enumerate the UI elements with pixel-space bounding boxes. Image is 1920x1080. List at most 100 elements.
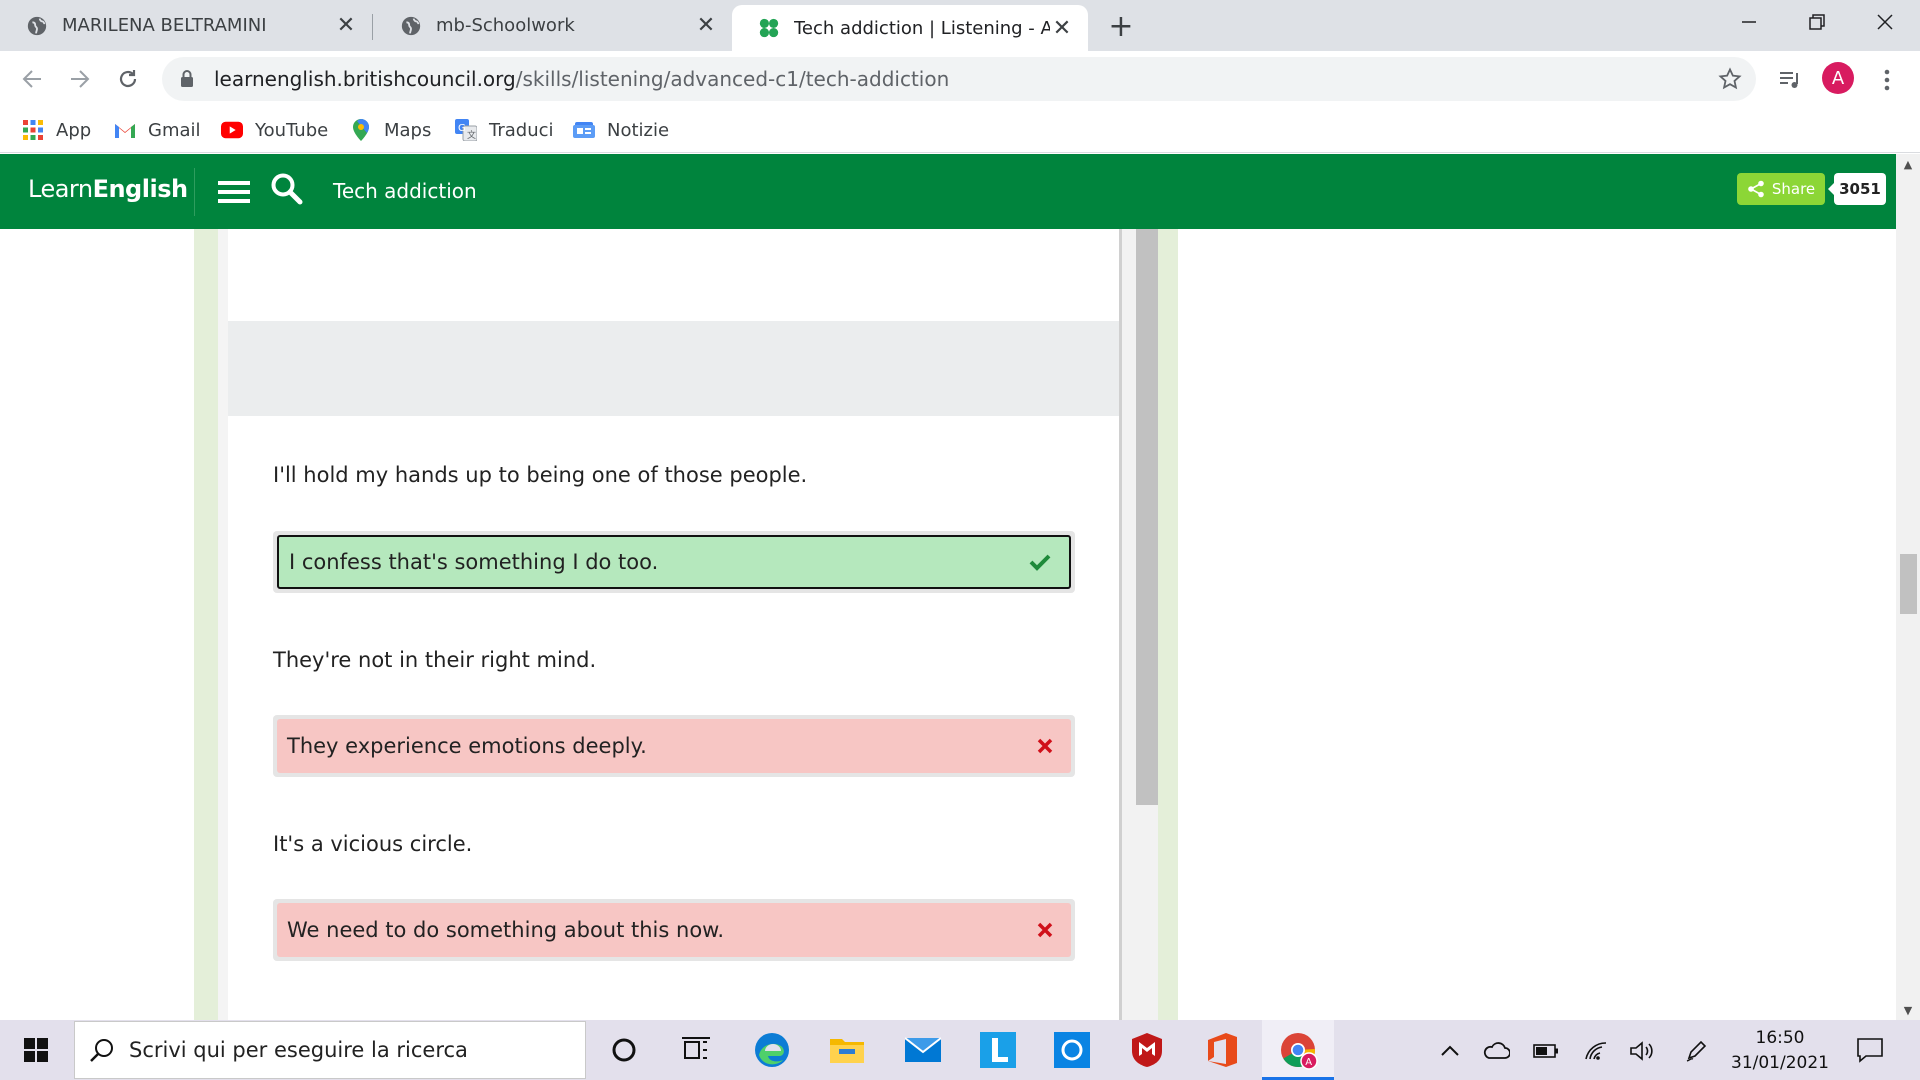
url-path: /skills/listening/advanced-c1/tech-addic…: [515, 67, 950, 91]
office-app[interactable]: [1202, 1030, 1242, 1070]
pen-tray[interactable]: [1682, 1038, 1710, 1064]
taskbar-search-box[interactable]: Scrivi qui per eseguire la ricerca: [74, 1021, 586, 1079]
bookmark-label: App: [56, 119, 92, 141]
chrome-app-active[interactable]: A: [1262, 1020, 1334, 1080]
tab-title: Tech addiction | Listening - Advanced: [794, 17, 1050, 39]
back-button[interactable]: [14, 61, 50, 97]
share-count-badge: 3051: [1828, 173, 1886, 205]
wifi-tray[interactable]: [1582, 1038, 1610, 1064]
windows-taskbar: Scrivi qui per eseguire la ricerca A 16:…: [0, 1020, 1920, 1080]
answer-text: They experience emotions deeply.: [287, 734, 647, 758]
wifi-icon: [1585, 1042, 1607, 1060]
scroll-down-arrow-icon[interactable]: ▼: [1896, 1000, 1920, 1020]
profile-avatar[interactable]: A: [1822, 62, 1854, 94]
mcafee-shield-icon: [1132, 1033, 1162, 1067]
bookmark-youtube[interactable]: YouTube: [221, 116, 328, 144]
close-icon[interactable]: ✕: [334, 13, 358, 38]
edge-icon: [755, 1033, 789, 1067]
mail-app[interactable]: [903, 1030, 943, 1070]
forward-button[interactable]: [62, 61, 98, 97]
share-button[interactable]: Share: [1737, 173, 1825, 205]
exercise-statement: I'll hold my hands up to being one of th…: [273, 463, 808, 487]
bookmark-label: Maps: [384, 119, 432, 141]
close-icon[interactable]: ✕: [1050, 16, 1074, 41]
address-bar[interactable]: learnenglish.britishcouncil.org/skills/l…: [162, 57, 1756, 101]
chrome-menu-button[interactable]: [1870, 63, 1904, 97]
edge-app[interactable]: [752, 1030, 792, 1070]
globe-icon: [401, 16, 421, 35]
search-icon[interactable]: [270, 172, 304, 206]
close-icon[interactable]: ✕: [694, 13, 718, 38]
exercise-scrollbar[interactable]: [1122, 229, 1158, 1020]
letter-l-app-icon: [980, 1032, 1016, 1068]
notification-center-icon[interactable]: [1856, 1036, 1884, 1064]
blue-app[interactable]: [1052, 1030, 1092, 1070]
globe-icon: [27, 16, 47, 35]
mcafee-app[interactable]: [1127, 1030, 1167, 1070]
logo-text-bold: English: [92, 175, 188, 203]
volume-tray[interactable]: [1628, 1038, 1656, 1064]
translate-icon: G文: [455, 119, 477, 141]
l-app[interactable]: [978, 1030, 1018, 1070]
start-button[interactable]: [12, 1032, 60, 1068]
file-explorer-app[interactable]: [827, 1030, 867, 1070]
exercise-statement: They're not in their right mind.: [273, 648, 597, 672]
playlist-icon: [1780, 72, 1798, 88]
left-panel-edge: [218, 229, 228, 1020]
blue-square-app-icon: [1054, 1032, 1090, 1068]
bookmark-traduci[interactable]: G文 Traduci: [455, 116, 554, 144]
tab-marilena[interactable]: MARILENA BELTRAMINI ✕: [0, 0, 372, 51]
answer-text: We need to do something about this now.: [287, 918, 725, 942]
show-hidden-icons-button[interactable]: [1436, 1038, 1464, 1064]
system-clock[interactable]: 16:50 31/01/2021: [1722, 1026, 1838, 1076]
page-content: I'll hold my hands up to being one of th…: [0, 229, 1896, 1020]
minimize-button[interactable]: [1720, 0, 1778, 44]
close-window-button[interactable]: [1856, 0, 1914, 44]
tab-schoolwork[interactable]: mb-Schoolwork ✕: [374, 0, 732, 51]
task-view-button[interactable]: [676, 1030, 716, 1070]
media-queue-button[interactable]: [1773, 63, 1807, 97]
maps-pin-icon: [353, 119, 369, 141]
checkmark-icon: [1029, 554, 1051, 571]
tab-title: MARILENA BELTRAMINI: [62, 15, 267, 36]
share-label: Share: [1771, 180, 1816, 198]
new-tab-button[interactable]: +: [1105, 9, 1137, 44]
bookmark-label: YouTube: [255, 119, 329, 141]
scrollbar-thumb[interactable]: [1900, 554, 1917, 614]
bookmark-star-icon[interactable]: [1718, 67, 1742, 91]
battery-tray[interactable]: [1532, 1038, 1560, 1064]
windows-logo-icon: [24, 1038, 48, 1062]
page-scrollbar[interactable]: ▲ ▼: [1896, 154, 1920, 1020]
bookmark-maps[interactable]: Maps: [350, 116, 431, 144]
bookmark-gmail[interactable]: Gmail: [114, 116, 201, 144]
page-title: Tech addiction: [333, 179, 477, 203]
logo-text-light: Learn: [28, 175, 93, 203]
tab-tech-addiction[interactable]: Tech addiction | Listening - Advanced ✕: [732, 5, 1088, 51]
bookmark-app[interactable]: App: [22, 116, 91, 144]
browser-toolbar: learnenglish.britishcouncil.org/skills/l…: [0, 51, 1920, 107]
bookmark-notizie[interactable]: Notizie: [573, 116, 669, 144]
news-icon: [573, 122, 595, 138]
cortana-button[interactable]: [604, 1030, 644, 1070]
learnenglish-logo[interactable]: LearnEnglish: [28, 175, 188, 203]
learnenglish-logo-icon: [759, 18, 779, 38]
exercise-statement: It's a vicious circle.: [273, 832, 473, 856]
exercise-header-band: [228, 321, 1119, 416]
reload-button[interactable]: [110, 61, 146, 97]
bookmark-label: Traduci: [489, 119, 554, 141]
answer-dropdown[interactable]: We need to do something about this now.: [273, 899, 1075, 961]
chevron-up-icon: [1441, 1045, 1459, 1056]
site-header: LearnEnglish Tech addiction Share 3051: [0, 154, 1896, 229]
svg-text:文: 文: [467, 129, 476, 141]
tab-title: mb-Schoolwork: [436, 15, 575, 36]
restore-button[interactable]: [1788, 0, 1846, 44]
answer-dropdown[interactable]: They experience emotions deeply.: [273, 715, 1075, 777]
hamburger-menu-icon[interactable]: [218, 178, 250, 206]
onedrive-tray[interactable]: [1482, 1038, 1510, 1064]
speaker-icon: [1630, 1041, 1653, 1061]
forward-arrow-icon: [71, 70, 90, 88]
answer-dropdown[interactable]: I confess that's something I do too.: [273, 531, 1075, 593]
scroll-up-arrow-icon[interactable]: ▲: [1896, 154, 1920, 174]
scrollbar-thumb[interactable]: [1136, 229, 1158, 805]
url-domain: learnenglish.britishcouncil.org: [214, 67, 516, 91]
